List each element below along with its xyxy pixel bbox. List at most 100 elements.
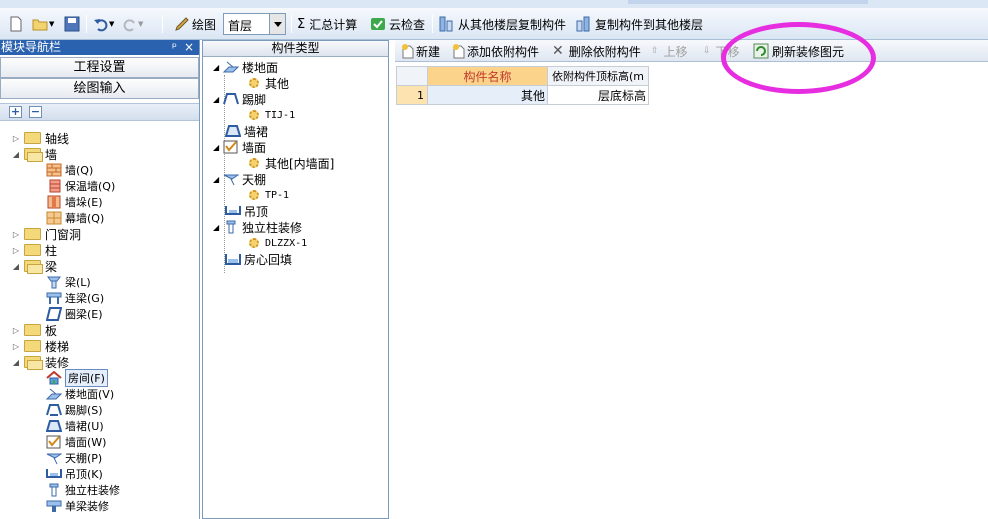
collapse-all-icon[interactable]: −: [29, 106, 42, 118]
tree-item-beam[interactable]: ◢ 梁: [12, 258, 57, 274]
column-header-name[interactable]: 构件名称: [427, 66, 548, 86]
close-icon[interactable]: ×: [184, 40, 194, 55]
arrow-down-icon: ⇩: [703, 46, 711, 56]
tree-item-axis[interactable]: ▷ 轴线: [12, 130, 69, 146]
title-strip-highlight: [628, 0, 868, 4]
ceiling-icon: [46, 451, 63, 465]
tree-item-floor[interactable]: 楼地面(V): [45, 386, 114, 402]
component-type-header: 构件类型: [203, 41, 388, 57]
column-header-top-elevation[interactable]: 依附构件顶标高(m: [547, 66, 649, 86]
type-item-room-backfill[interactable]: 房心回填: [225, 251, 292, 267]
insulation-wall-icon: [46, 179, 62, 193]
gear-icon: [249, 190, 259, 200]
row-number[interactable]: 1: [396, 85, 428, 105]
draw-button[interactable]: 绘图: [174, 14, 216, 34]
curtain-wall-icon: [46, 211, 62, 225]
tree-item-wall[interactable]: ◢ 墙: [12, 146, 57, 162]
tree-item-link-beam[interactable]: 连梁(G): [46, 290, 104, 306]
folder-open-icon: [24, 260, 43, 274]
type-item-tij-1[interactable]: TIJ-1: [249, 107, 295, 123]
type-item-floor-other[interactable]: 其他: [249, 75, 289, 91]
tree-item-beam-decoration[interactable]: 单梁装修: [46, 498, 109, 514]
cell-component-name[interactable]: 其他: [427, 85, 548, 105]
undo-icon[interactable]: ▼: [93, 14, 114, 34]
tree-item-column-decoration[interactable]: 独立柱装修: [46, 482, 120, 498]
dado-icon: [45, 419, 63, 433]
save-icon[interactable]: [64, 14, 80, 34]
house-icon: [46, 370, 62, 385]
new-button[interactable]: 新建: [400, 43, 440, 59]
floor-icon: [222, 60, 240, 74]
gear-icon: [249, 238, 259, 248]
sum-calc-button[interactable]: Σ 汇总计算: [297, 14, 357, 34]
sum-calc-label: 汇总计算: [309, 17, 358, 32]
column-decoration-icon: [46, 483, 62, 497]
move-up-button[interactable]: ⇧ 上移: [651, 43, 688, 59]
tree-item-decoration[interactable]: ◢ 装修: [12, 354, 69, 370]
link-beam-icon: [46, 291, 62, 305]
table-row[interactable]: 1 其他 层底标高: [396, 85, 649, 105]
tree-item-wall-surface[interactable]: 墙面(W): [46, 434, 106, 450]
tree-item-column[interactable]: ▷ 柱: [12, 242, 57, 258]
delete-dependent-button[interactable]: ✕ 删除依附构件: [552, 43, 641, 59]
add-dependent-button[interactable]: 添加依附构件: [451, 43, 539, 59]
skirting-icon: [46, 403, 62, 417]
new-icon: [400, 43, 416, 59]
draw-icon: [174, 16, 190, 32]
type-item-skirting[interactable]: ◢ 踢脚: [213, 91, 266, 107]
tree-item-stairs[interactable]: ▷ 楼梯: [12, 338, 69, 354]
wall-icon: [46, 163, 62, 177]
type-item-wall-surface[interactable]: ◢ 墙面: [213, 139, 266, 155]
component-type-panel: 构件类型 ◢ 楼地面 其他 ◢ 踢脚 TIJ-1 墙裙 ◢ 墙面 其他[内墙面] ◢ 天…: [202, 40, 389, 519]
suspended-ceiling-icon: [225, 204, 241, 218]
copy-from-floor-button[interactable]: 从其他楼层复制构件: [438, 14, 566, 34]
open-folder-icon[interactable]: ▼: [32, 14, 54, 34]
tree-item-curtain-wall[interactable]: 幕墙(Q): [46, 210, 104, 226]
tree-item-wall-pier[interactable]: 墙垛(E): [46, 194, 103, 210]
nav-title: 模块导航栏: [1, 40, 62, 54]
type-item-ceiling[interactable]: ◢ 天棚: [213, 171, 266, 187]
type-item-suspended-ceiling[interactable]: 吊顶: [225, 203, 268, 219]
copy-to-floor-button[interactable]: 复制构件到其他楼层: [575, 14, 703, 34]
tree-item-slab[interactable]: ▷ 板: [12, 322, 57, 338]
tree-item-wall-q[interactable]: 墙(Q): [46, 162, 93, 178]
beam-icon: [46, 275, 62, 289]
expand-all-icon[interactable]: +: [9, 106, 22, 118]
cloud-check-button[interactable]: 云检查: [370, 14, 425, 34]
folder-open-icon: [24, 356, 43, 370]
cell-top-elevation[interactable]: 层底标高: [547, 85, 649, 105]
redo-icon[interactable]: ▼: [122, 14, 143, 34]
new-file-icon[interactable]: [8, 14, 24, 34]
tree-item-ceiling[interactable]: 天棚(P): [46, 450, 102, 466]
sigma-icon: Σ: [297, 16, 306, 32]
tree-item-insulation-wall[interactable]: 保温墙(Q): [46, 178, 115, 194]
tree-item-skirting[interactable]: 踢脚(S): [46, 402, 103, 418]
type-item-floor[interactable]: ◢ 楼地面: [213, 59, 278, 75]
type-item-inner-wall-other[interactable]: 其他[内墙面]: [249, 155, 334, 171]
type-item-dlzzx-1[interactable]: DLZZX-1: [249, 235, 307, 251]
floor-select[interactable]: 首层: [223, 13, 286, 35]
tree-item-door-window[interactable]: ▷ 门窗洞: [12, 226, 81, 242]
chevron-down-icon[interactable]: [269, 14, 285, 34]
arrow-up-icon: ⇧: [651, 46, 659, 56]
project-settings-button[interactable]: 工程设置: [0, 57, 199, 78]
skirting-icon: [223, 92, 239, 106]
title-strip: [0, 0, 988, 8]
dependent-components-area: 新建 添加依附构件 ✕ 删除依附构件 ⇧ 上移 ⇩ 下移 刷新装修图元 构件名称 依附…: [395, 40, 988, 519]
wall-surface-icon: [223, 140, 239, 154]
type-item-dado[interactable]: 墙裙: [224, 123, 268, 139]
tree-item-beam-l[interactable]: 梁(L): [46, 274, 91, 290]
type-item-tp-1[interactable]: TP-1: [249, 187, 289, 203]
add-dependent-icon: [451, 43, 467, 59]
type-item-column-decoration[interactable]: ◢ 独立柱装修: [213, 219, 302, 235]
grid-header-row: 构件名称 依附构件顶标高(m: [396, 66, 649, 86]
column-decoration-icon: [223, 220, 239, 234]
drawing-input-button[interactable]: 绘图输入: [0, 78, 199, 99]
pin-icon[interactable]: ᵖ: [172, 40, 177, 55]
folder-icon: [24, 244, 41, 256]
cloud-check-label: 云检查: [389, 17, 426, 32]
tree-item-ring-beam[interactable]: 圈梁(E): [45, 306, 103, 322]
tree-item-dado[interactable]: 墙裙(U): [45, 418, 104, 434]
tree-item-room[interactable]: 房间(F): [46, 369, 108, 387]
tree-item-suspended-ceiling[interactable]: 吊顶(K): [46, 466, 103, 482]
